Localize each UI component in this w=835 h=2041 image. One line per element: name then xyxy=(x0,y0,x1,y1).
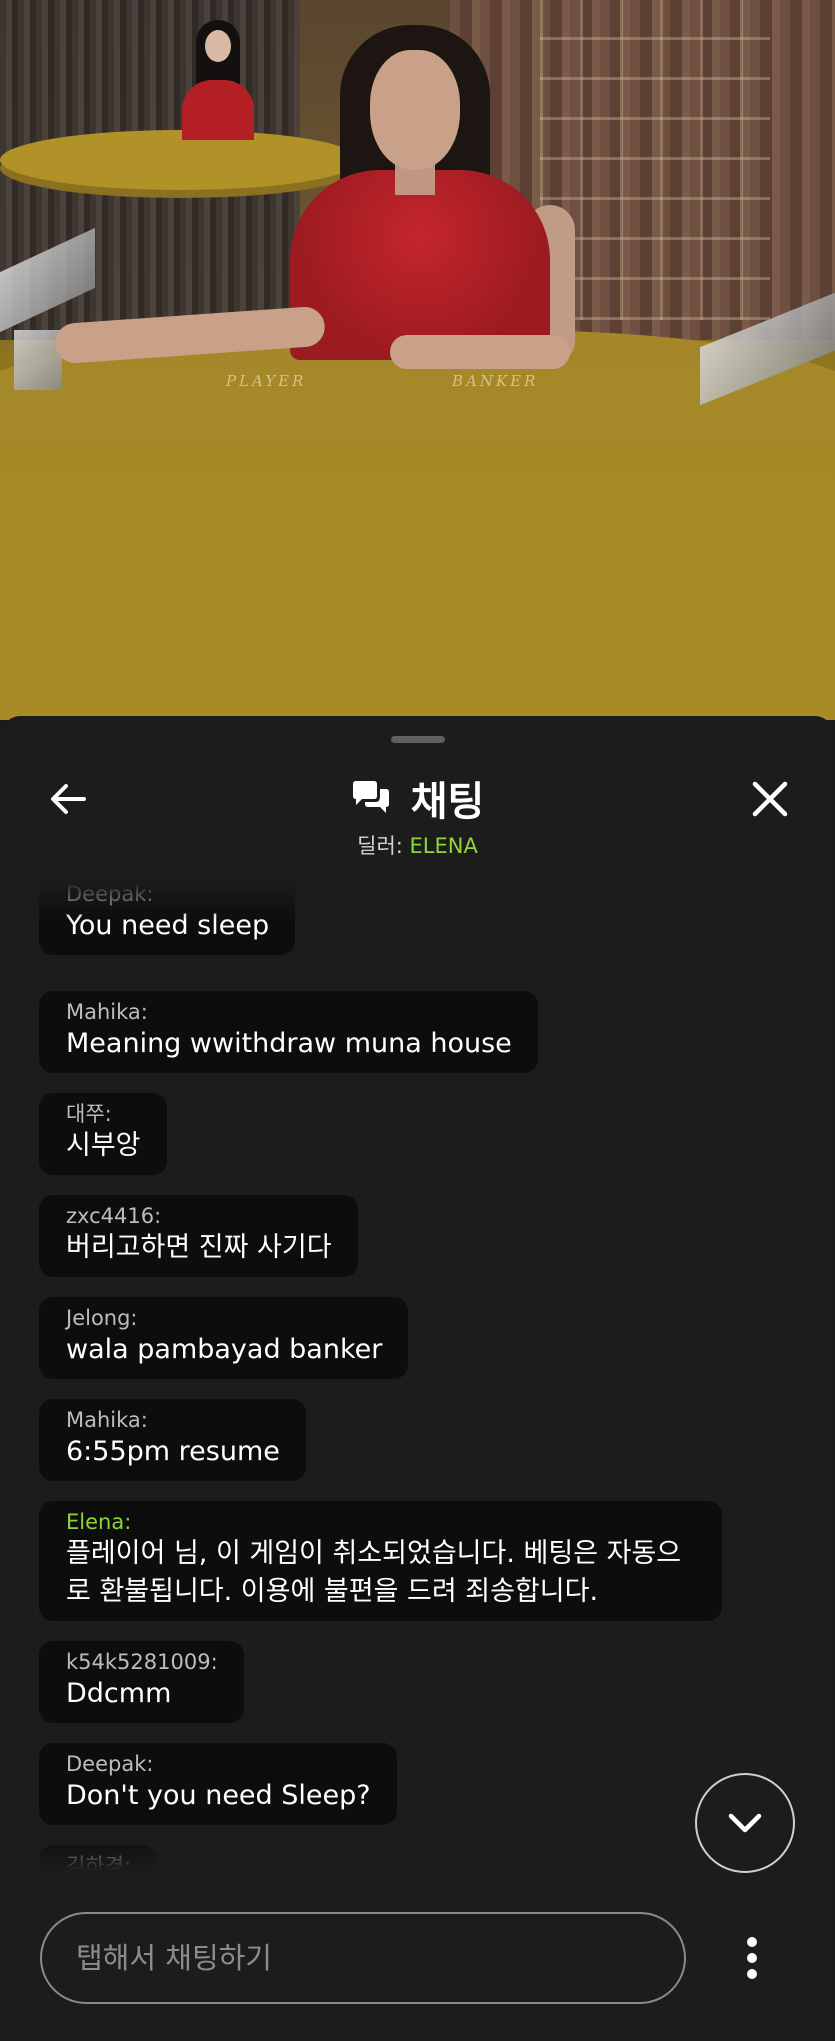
message-username: 김하경: xyxy=(66,1854,132,1871)
message-username: Deepak: xyxy=(66,1752,154,1776)
message-item: Mahika: Meaning wwithdraw muna house xyxy=(39,991,538,1073)
message-username: k54k5281009: xyxy=(66,1650,218,1674)
live-video: PLAYER BANKER xyxy=(0,0,835,720)
message-username: Mahika: xyxy=(66,1000,148,1024)
dealer-name: ELENA xyxy=(409,834,478,858)
message-item: 대쭈: 시부앙 xyxy=(39,1093,167,1175)
message-username: Mahika: xyxy=(66,1408,148,1432)
close-icon xyxy=(752,781,788,817)
dealer-video xyxy=(53,25,590,375)
message-text: 플레이어 님, 이 게임이 취소되었습니다. 베팅은 자동으로 환불됩니다. 이… xyxy=(66,1538,682,1607)
message-item: Mahika: 6:55pm resume xyxy=(39,1399,306,1481)
message-item: k54k5281009: Ddcmm xyxy=(39,1641,244,1723)
message-text: 버리고하면 진짜 사기다 xyxy=(66,1232,332,1263)
message-item: Jelong: wala pambayad banker xyxy=(39,1297,409,1379)
table-label-player: PLAYER xyxy=(226,372,307,390)
message-item: Deepak: You need sleep xyxy=(39,881,296,955)
close-button[interactable] xyxy=(742,771,798,827)
background-dealer xyxy=(178,20,258,140)
message-text: wala pambayad banker xyxy=(66,1334,383,1365)
scroll-to-bottom-button[interactable] xyxy=(695,1773,795,1873)
table-label-banker: BANKER xyxy=(452,372,539,390)
message-username: Deepak: xyxy=(66,882,154,906)
dealer-info: 딜러: ELENA xyxy=(2,830,833,860)
more-vertical-icon xyxy=(747,1937,757,1979)
chat-input-container[interactable] xyxy=(40,1912,686,2004)
message-username: 대쭈: xyxy=(66,1102,112,1126)
message-username: Jelong: xyxy=(66,1306,138,1330)
message-text: Meaning wwithdraw muna house xyxy=(66,1028,512,1059)
page-title: 채팅 xyxy=(410,779,485,825)
chat-bubbles-icon xyxy=(352,781,389,813)
message-item: Deepak: Don't you need Sleep? xyxy=(39,1743,397,1825)
dealer-label: 딜러: xyxy=(357,834,410,858)
more-options-button[interactable] xyxy=(722,1912,782,2004)
message-item: zxc4416: 버리고하면 진짜 사기다 xyxy=(39,1195,358,1277)
message-list[interactable]: Deepak: You need sleep Mahika: Meaning w… xyxy=(2,881,833,1871)
message-text: Don't you need Sleep? xyxy=(66,1780,371,1811)
chat-input[interactable] xyxy=(76,1941,636,1975)
message-text: You need sleep xyxy=(66,910,270,941)
message-text: 6:55pm resume xyxy=(66,1436,280,1467)
chevron-down-icon xyxy=(728,1813,762,1833)
message-item: 김하경: xyxy=(39,1845,158,1871)
message-text: 시부앙 xyxy=(66,1130,141,1161)
chat-header: 채팅 xyxy=(2,769,833,827)
message-username: Elena: xyxy=(66,1510,132,1534)
dealer-message-item: Elena: 플레이어 님, 이 게임이 취소되었습니다. 베팅은 자동으로 환… xyxy=(39,1501,722,1621)
message-text: Ddcmm xyxy=(66,1678,172,1709)
drag-handle[interactable] xyxy=(391,736,445,743)
chat-panel: 채팅 딜러: ELENA Deepak: You need sleep Mahi… xyxy=(2,716,833,2041)
message-username: zxc4416: xyxy=(66,1204,162,1228)
